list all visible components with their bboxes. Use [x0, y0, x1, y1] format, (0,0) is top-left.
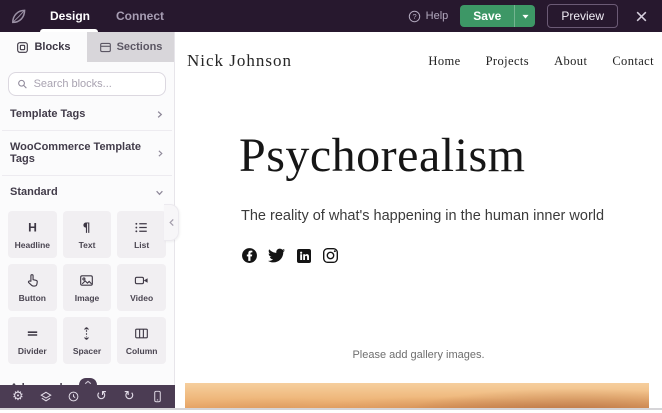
- twitter-icon[interactable]: [268, 247, 285, 264]
- close-icon: [635, 10, 648, 23]
- social-icons-row: [241, 247, 339, 264]
- block-label: Headline: [15, 240, 50, 250]
- tab-design[interactable]: Design: [50, 9, 90, 23]
- divider-icon: [25, 326, 40, 342]
- block-label: List: [134, 240, 149, 250]
- block-text[interactable]: ¶ Text: [63, 211, 112, 258]
- tab-sections-label: Sections: [117, 41, 163, 53]
- accordion-label: Template Tags: [10, 108, 85, 120]
- seedprod-leaf-icon: [9, 7, 28, 26]
- block-divider[interactable]: Divider: [8, 317, 57, 364]
- list-icon: [134, 220, 149, 236]
- block-video[interactable]: Video: [117, 264, 166, 311]
- facebook-icon[interactable]: [241, 247, 258, 264]
- search-icon: [17, 78, 28, 90]
- block-spacer[interactable]: Spacer: [63, 317, 112, 364]
- redo-icon[interactable]: ↻: [120, 388, 138, 406]
- chevron-up-icon: [84, 380, 92, 385]
- preview-site-header: Nick Johnson Home Projects About Contact: [187, 44, 654, 78]
- svg-text:?: ?: [412, 12, 416, 21]
- save-button[interactable]: Save: [460, 5, 514, 27]
- image-icon: [79, 273, 94, 289]
- accordion-label: WooCommerce Template Tags: [10, 141, 156, 165]
- topbar-actions: ? Help Save Preview: [408, 4, 662, 28]
- tab-blocks-label: Blocks: [34, 41, 70, 53]
- block-list[interactable]: List: [117, 211, 166, 258]
- accordion-standard[interactable]: Standard: [0, 176, 174, 208]
- headline-icon: H: [25, 220, 40, 236]
- block-button[interactable]: Button: [8, 264, 57, 311]
- column-icon: [134, 326, 149, 342]
- block-label: Video: [130, 293, 153, 303]
- block-label: Text: [79, 240, 96, 250]
- help-question-icon: ?: [408, 10, 421, 23]
- nav-home[interactable]: Home: [428, 54, 460, 69]
- block-label: Button: [19, 293, 46, 303]
- block-column[interactable]: Column: [117, 317, 166, 364]
- window-bottom-edge: [0, 408, 662, 413]
- layers-navigator-icon[interactable]: [37, 388, 55, 406]
- help-button[interactable]: ? Help: [408, 10, 449, 23]
- block-search[interactable]: [8, 72, 166, 96]
- site-nav: Home Projects About Contact: [428, 54, 654, 69]
- blocks-icon: [16, 41, 29, 54]
- hero-headline[interactable]: Psychorealism: [239, 130, 525, 183]
- chevron-down-icon: [155, 188, 164, 197]
- hero-subtitle[interactable]: The reality of what's happening in the h…: [241, 208, 604, 224]
- page-preview-canvas[interactable]: Nick Johnson Home Projects About Contact…: [175, 32, 662, 409]
- sections-icon: [99, 41, 112, 54]
- gallery-placeholder-text: Please add gallery images.: [175, 349, 662, 361]
- block-label: Divider: [18, 346, 47, 356]
- seedprod-logo[interactable]: [0, 0, 36, 32]
- help-label: Help: [426, 10, 449, 22]
- nav-about[interactable]: About: [554, 54, 587, 69]
- tab-blocks[interactable]: Blocks: [0, 32, 87, 62]
- revision-history-icon[interactable]: [65, 388, 83, 406]
- nav-contact[interactable]: Contact: [612, 54, 654, 69]
- save-dropdown-button[interactable]: [514, 5, 535, 27]
- blocks-sidebar: Blocks Sections Template Tags: [0, 32, 175, 408]
- mobile-preview-icon[interactable]: [148, 388, 166, 406]
- block-image[interactable]: Image: [63, 264, 112, 311]
- save-split-button: Save: [460, 5, 535, 27]
- block-label: Column: [126, 346, 158, 356]
- settings-gear-icon[interactable]: ⚙: [9, 388, 27, 406]
- block-label: Image: [75, 293, 100, 303]
- active-tab-indicator: [40, 29, 98, 32]
- video-camera-icon: [134, 273, 149, 289]
- close-button[interactable]: [630, 5, 652, 27]
- button-pointer-icon: [25, 273, 40, 289]
- chevron-right-icon: [156, 149, 164, 158]
- site-logo-text[interactable]: Nick Johnson: [187, 51, 292, 71]
- preview-button[interactable]: Preview: [547, 4, 618, 28]
- nav-projects[interactable]: Projects: [486, 54, 529, 69]
- search-input[interactable]: [34, 78, 157, 90]
- spacer-icon: [79, 326, 94, 342]
- standard-blocks-grid: H Headline ¶ Text L: [0, 208, 174, 372]
- toolbar-expand-notch[interactable]: [79, 378, 97, 385]
- tab-connect[interactable]: Connect: [116, 9, 164, 23]
- linkedin-icon[interactable]: [295, 247, 312, 264]
- chevron-right-icon: [155, 110, 164, 119]
- sidebar-collapse-handle[interactable]: [164, 204, 179, 241]
- svg-text:H: H: [28, 221, 37, 235]
- top-bar: Design Connect ? Help Save Preview: [0, 0, 662, 32]
- accordion-woocommerce-template-tags[interactable]: WooCommerce Template Tags: [0, 131, 174, 175]
- sidebar-tabs: Blocks Sections: [0, 32, 174, 62]
- undo-icon[interactable]: ↺: [92, 388, 110, 406]
- paragraph-icon: ¶: [79, 220, 94, 236]
- seedprod-builder-window: Design Connect ? Help Save Preview: [0, 0, 662, 413]
- accordion-label: Standard: [10, 186, 58, 198]
- instagram-icon[interactable]: [322, 247, 339, 264]
- block-label: Spacer: [73, 346, 101, 356]
- svg-text:¶: ¶: [83, 221, 91, 235]
- tab-sections[interactable]: Sections: [87, 32, 174, 62]
- gallery-sunset-image[interactable]: [185, 383, 649, 409]
- chevron-left-icon: [168, 218, 175, 227]
- caret-down-icon: [521, 12, 530, 21]
- block-headline[interactable]: H Headline: [8, 211, 57, 258]
- editor-bottom-toolbar: ⚙ ↺ ↻: [0, 385, 175, 408]
- accordion-template-tags[interactable]: Template Tags: [0, 98, 174, 130]
